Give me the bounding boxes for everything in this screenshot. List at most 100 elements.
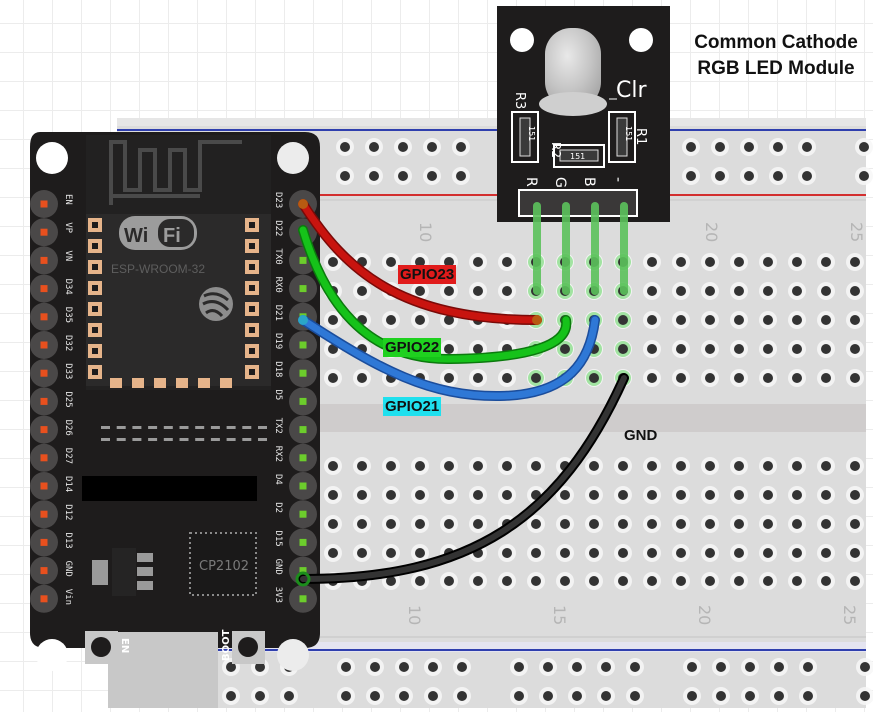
breadboard-hole[interactable] — [589, 461, 599, 471]
breadboard-hole[interactable] — [792, 490, 802, 500]
breadboard-hole[interactable] — [386, 257, 396, 267]
breadboard-hole[interactable] — [357, 461, 367, 471]
breadboard-hole[interactable] — [705, 576, 715, 586]
header-pin[interactable] — [40, 341, 48, 349]
header-pin[interactable] — [299, 426, 307, 434]
breadboard-hole[interactable] — [398, 142, 408, 152]
header-pin[interactable] — [299, 595, 307, 603]
breadboard-hole[interactable] — [802, 171, 812, 181]
breadboard-hole[interactable] — [328, 315, 338, 325]
breadboard-hole[interactable] — [773, 171, 783, 181]
breadboard-hole[interactable] — [502, 490, 512, 500]
breadboard-hole[interactable] — [572, 691, 582, 701]
breadboard-hole[interactable] — [792, 519, 802, 529]
en-button[interactable] — [85, 631, 118, 664]
breadboard-hole[interactable] — [399, 691, 409, 701]
breadboard-hole[interactable] — [850, 344, 860, 354]
breadboard-hole[interactable] — [618, 548, 628, 558]
header-pin[interactable] — [40, 595, 48, 603]
breadboard-hole[interactable] — [328, 490, 338, 500]
breadboard-hole[interactable] — [705, 286, 715, 296]
breadboard-hole[interactable] — [744, 171, 754, 181]
breadboard-hole[interactable] — [618, 461, 628, 471]
breadboard-hole[interactable] — [531, 576, 541, 586]
breadboard-hole[interactable] — [687, 691, 697, 701]
breadboard-hole[interactable] — [676, 286, 686, 296]
breadboard-hole[interactable] — [369, 142, 379, 152]
breadboard-hole[interactable] — [705, 315, 715, 325]
breadboard-hole[interactable] — [284, 691, 294, 701]
breadboard-hole[interactable] — [415, 548, 425, 558]
breadboard-hole[interactable] — [821, 373, 831, 383]
breadboard-hole[interactable] — [676, 257, 686, 267]
breadboard-hole[interactable] — [502, 576, 512, 586]
breadboard-hole[interactable] — [715, 171, 725, 181]
breadboard-hole[interactable] — [601, 662, 611, 672]
breadboard-hole[interactable] — [763, 315, 773, 325]
header-pin[interactable] — [40, 369, 48, 377]
breadboard-hole[interactable] — [734, 315, 744, 325]
breadboard-hole[interactable] — [821, 519, 831, 529]
breadboard-hole[interactable] — [514, 691, 524, 701]
breadboard-hole[interactable] — [647, 519, 657, 529]
breadboard-hole[interactable] — [647, 286, 657, 296]
breadboard-hole[interactable] — [676, 344, 686, 354]
breadboard-hole[interactable] — [341, 691, 351, 701]
breadboard-hole[interactable] — [792, 257, 802, 267]
breadboard-hole[interactable] — [386, 548, 396, 558]
breadboard-hole[interactable] — [589, 519, 599, 529]
breadboard-hole[interactable] — [630, 691, 640, 701]
breadboard-hole[interactable] — [774, 691, 784, 701]
breadboard-hole[interactable] — [340, 171, 350, 181]
breadboard-hole[interactable] — [763, 257, 773, 267]
breadboard-hole[interactable] — [618, 490, 628, 500]
breadboard-hole[interactable] — [763, 461, 773, 471]
breadboard-hole[interactable] — [531, 548, 541, 558]
breadboard-hole[interactable] — [386, 315, 396, 325]
breadboard-hole[interactable] — [821, 461, 831, 471]
header-pin[interactable] — [40, 200, 48, 208]
breadboard-hole[interactable] — [859, 142, 869, 152]
breadboard-hole[interactable] — [676, 315, 686, 325]
breadboard-hole[interactable] — [803, 691, 813, 701]
breadboard-hole[interactable] — [415, 519, 425, 529]
breadboard-hole[interactable] — [792, 548, 802, 558]
breadboard-hole[interactable] — [370, 662, 380, 672]
breadboard-hole[interactable] — [531, 461, 541, 471]
breadboard-hole[interactable] — [531, 519, 541, 529]
breadboard-hole[interactable] — [444, 373, 454, 383]
breadboard-hole[interactable] — [543, 662, 553, 672]
header-pin[interactable] — [299, 454, 307, 462]
breadboard-hole[interactable] — [821, 576, 831, 586]
header-pin[interactable] — [40, 567, 48, 575]
breadboard-hole[interactable] — [502, 373, 512, 383]
breadboard-hole[interactable] — [647, 373, 657, 383]
breadboard-hole[interactable] — [821, 257, 831, 267]
breadboard-hole[interactable] — [473, 257, 483, 267]
header-pin[interactable] — [40, 510, 48, 518]
header-pin[interactable] — [299, 397, 307, 405]
breadboard-hole[interactable] — [792, 373, 802, 383]
header-pin[interactable] — [40, 313, 48, 321]
breadboard-hole[interactable] — [618, 344, 628, 354]
breadboard-hole[interactable] — [444, 344, 454, 354]
breadboard-hole[interactable] — [734, 548, 744, 558]
breadboard-hole[interactable] — [589, 548, 599, 558]
breadboard-hole[interactable] — [734, 461, 744, 471]
breadboard-hole[interactable] — [763, 548, 773, 558]
breadboard-hole[interactable] — [601, 691, 611, 701]
breadboard-hole[interactable] — [589, 576, 599, 586]
breadboard-hole[interactable] — [705, 519, 715, 529]
breadboard-hole[interactable] — [763, 490, 773, 500]
breadboard-hole[interactable] — [734, 519, 744, 529]
breadboard-hole[interactable] — [647, 344, 657, 354]
breadboard-hole[interactable] — [502, 461, 512, 471]
breadboard-hole[interactable] — [357, 373, 367, 383]
breadboard-hole[interactable] — [821, 286, 831, 296]
breadboard-hole[interactable] — [850, 519, 860, 529]
breadboard-hole[interactable] — [734, 257, 744, 267]
breadboard-hole[interactable] — [850, 576, 860, 586]
breadboard-hole[interactable] — [255, 691, 265, 701]
breadboard-hole[interactable] — [647, 461, 657, 471]
header-pin[interactable] — [40, 397, 48, 405]
